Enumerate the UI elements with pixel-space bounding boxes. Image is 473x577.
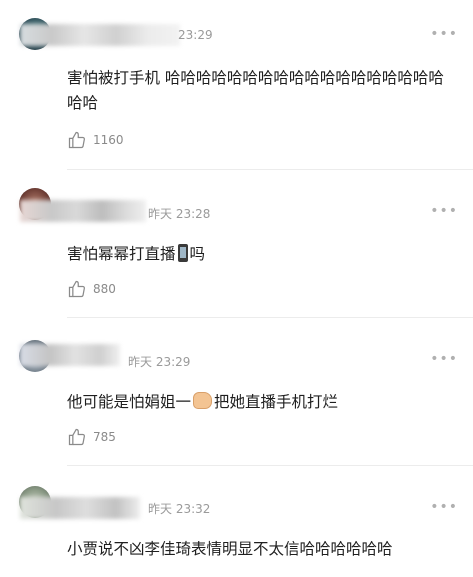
like-button[interactable]: 880 [67,279,116,299]
like-button[interactable]: 785 [67,427,116,447]
like-count: 1160 [93,133,124,147]
comment-time: 昨天 23:32 [148,502,211,516]
username-blurred [20,200,146,222]
username-blurred [20,497,140,519]
comment-text-part: 把她直播手机打烂 [214,393,339,411]
thumbs-up-icon [68,131,85,149]
comment-time: 昨天 23:29 [128,355,191,369]
comment-text: 他可能是怕娟姐一 把她直播手机打烂 [67,390,459,415]
thumbs-up-icon [68,280,85,298]
like-count: 880 [93,282,116,296]
comment-time: 23:29 [178,28,213,42]
username-blurred [20,24,180,46]
comment-text-part: 他可能是怕娟姐一 [67,393,192,411]
like-count: 785 [93,430,116,444]
fist-emoji-icon [193,392,213,409]
comment-time: 昨天 23:28 [148,207,211,221]
comment-text: 害怕被打手机 哈哈哈哈哈哈哈哈哈哈哈哈哈哈哈哈哈哈哈哈 [67,69,444,112]
comment-item: 23:29 ••• 害怕被打手机 哈哈哈哈哈哈哈哈哈哈哈哈哈哈哈哈哈哈哈哈 11… [0,0,473,170]
username-blurred [20,344,120,366]
phone-emoji-icon [177,244,188,262]
comment-item: 昨天 23:32 ••• 小贾说不凶李佳琦表情明显不太信哈哈哈哈哈哈 [0,466,473,577]
comment-text: 害怕幂幂打直播吗 [67,242,459,267]
like-button[interactable]: 1160 [67,130,124,150]
comment-text-part: 吗 [189,245,206,263]
comment-text: 小贾说不凶李佳琦表情明显不太信哈哈哈哈哈哈 [67,540,393,558]
more-options-icon[interactable]: ••• [430,351,458,367]
comment-item: 昨天 23:28 ••• 害怕幂幂打直播吗 880 [0,170,473,318]
comment-text-part: 害怕幂幂打直播 [67,245,176,263]
more-options-icon[interactable]: ••• [430,26,458,42]
thumbs-up-icon [68,428,85,446]
more-options-icon[interactable]: ••• [430,203,458,219]
comment-item: 昨天 23:29 ••• 他可能是怕娟姐一 把她直播手机打烂 785 [0,318,473,466]
more-options-icon[interactable]: ••• [430,499,458,515]
